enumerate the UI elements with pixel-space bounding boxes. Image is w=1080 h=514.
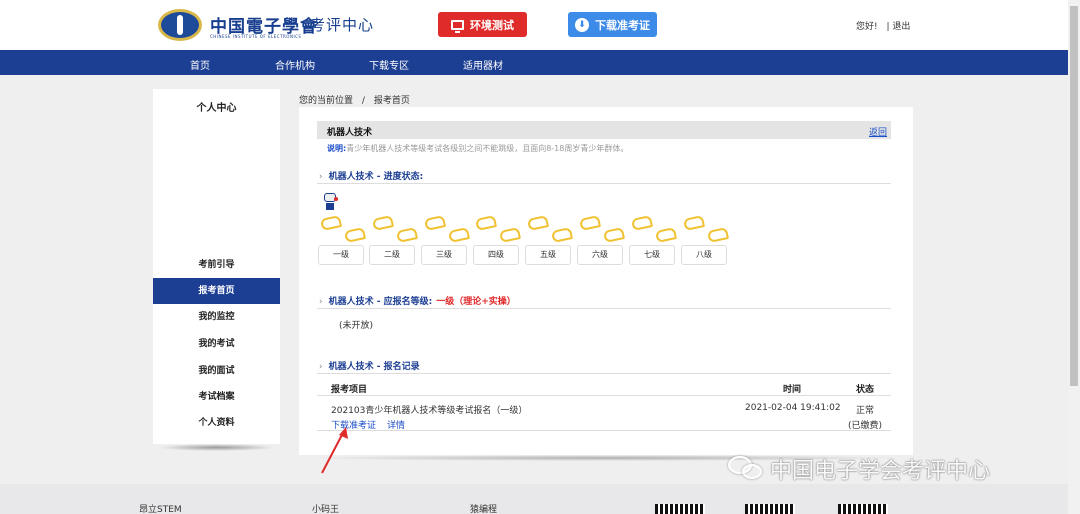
progress-heading-text: 机器人技术 - 进度状态: — [328, 172, 424, 182]
level-4-badge[interactable]: 四级 — [473, 245, 519, 265]
qr-code-icon — [838, 504, 888, 514]
breadcrumb-current[interactable]: 报考首页 — [374, 96, 410, 106]
level-3-badge[interactable]: 三级 — [421, 245, 467, 265]
main-nav: 首页 合作机构 下载专区 适用器材 — [0, 50, 1068, 75]
record-project: 202103青少年机器人技术等级考试报名（一级） — [331, 406, 528, 416]
nav-item-equipment[interactable]: 适用器材 — [463, 57, 503, 72]
level-6-badge[interactable]: 六级 — [577, 245, 623, 265]
footprint-icon — [500, 229, 518, 240]
monitor-icon — [451, 19, 464, 33]
download-icon: ⬇ — [575, 17, 589, 32]
sidebar-item-my-interviews[interactable]: 我的面试 — [153, 358, 280, 384]
table-header-divider — [317, 395, 891, 396]
footprint-icon — [656, 229, 674, 240]
not-open-text: (未开放) — [339, 321, 374, 331]
vertical-scrollbar[interactable] — [1068, 0, 1080, 514]
apply-level-heading: › 机器人技术 - 应报名等级: 一级（理论+实操） — [319, 294, 516, 307]
breadcrumb-separator: / — [361, 96, 365, 106]
footprint-icon — [321, 217, 339, 228]
apply-level-value: 一级（理论+实操） — [436, 297, 516, 307]
logo-subtitle: 考评中心 — [310, 16, 375, 34]
env-test-label: 环境测试 — [470, 18, 514, 32]
logo-english: CHINESE INSTITUTE OF ELECTRONICS — [210, 34, 302, 39]
footprint-icon — [425, 217, 443, 228]
apply-heading-text: 机器人技术 - 应报名等级: — [328, 297, 433, 307]
annotation-arrow-icon — [321, 427, 348, 474]
nav-item-home[interactable]: 首页 — [190, 57, 210, 72]
footprint-icon — [632, 217, 650, 228]
footprint-icon — [708, 229, 726, 240]
chevron-right-icon: › — [319, 172, 323, 182]
note-label: 说明: — [327, 144, 347, 153]
records-heading-text: 机器人技术 - 报名记录 — [328, 362, 420, 372]
footprint-icon — [684, 217, 702, 228]
site-header: 中国電子學會 考评中心 CHINESE INSTITUTE OF ELECTRO… — [0, 0, 1068, 50]
footprint-icon — [552, 229, 570, 240]
logout-link[interactable]: | 退出 — [886, 22, 910, 32]
footer-link-yuanbiancheng[interactable]: 猿编程 — [470, 502, 497, 514]
cie-logo-icon[interactable] — [158, 9, 202, 41]
breadcrumb: 您的当前位置 / 报考首页 — [299, 93, 410, 106]
sidebar-item-my-monitoring[interactable]: 我的监控 — [153, 304, 280, 330]
breadcrumb-prefix: 您的当前位置 — [299, 96, 354, 106]
divider — [317, 373, 891, 374]
robot-avatar-icon — [321, 193, 339, 213]
back-link[interactable]: 返回 — [869, 125, 887, 138]
footprint-icon — [345, 229, 363, 240]
record-time: 2021-02-04 19:41:02 — [745, 403, 841, 413]
level-7-badge[interactable]: 七级 — [629, 245, 675, 265]
footprint-icon — [580, 217, 598, 228]
site-footer: 昂立STEM 小码王 猿编程 — [0, 484, 1068, 514]
chevron-right-icon: › — [319, 362, 323, 372]
sidebar-item-profile[interactable]: 个人资料 — [153, 410, 280, 436]
nav-item-downloads[interactable]: 下载专区 — [369, 57, 409, 72]
scrollbar-thumb[interactable] — [1070, 6, 1078, 386]
main-panel: 机器人技术 返回 说明:青少年机器人技术等级考试各级别之间不能跳级，且面向8-1… — [299, 107, 913, 455]
footprint-icon — [604, 229, 622, 240]
chevron-right-icon: › — [319, 297, 323, 307]
col-header-status: 状态 — [856, 385, 875, 395]
footer-link-xiaomawang[interactable]: 小码王 — [312, 502, 339, 514]
nav-item-partners[interactable]: 合作机构 — [275, 57, 315, 72]
level-8-badge[interactable]: 八级 — [681, 245, 727, 265]
progress-heading: › 机器人技术 - 进度状态: — [319, 169, 423, 182]
record-status: 正常 — [856, 406, 875, 416]
course-header: 机器人技术 返回 — [317, 121, 891, 139]
footer-link-angli-stem[interactable]: 昂立STEM — [139, 502, 182, 514]
footprint-icon — [476, 217, 494, 228]
sidebar: 个人中心 考前引导 报考首页 我的监控 我的考试 我的面试 考试档案 个人资料 — [153, 89, 280, 444]
greeting-text: 您好! — [856, 22, 878, 32]
sidebar-item-registration-home[interactable]: 报考首页 — [153, 278, 280, 304]
sidebar-title: 个人中心 — [196, 103, 237, 114]
sidebar-item-my-exams[interactable]: 我的考试 — [153, 331, 280, 357]
watermark-text: 中国电子学会考评中心 — [770, 459, 991, 484]
col-header-project: 报考项目 — [331, 385, 368, 395]
course-title: 机器人技术 — [327, 128, 373, 138]
download-ticket-button[interactable]: ⬇ 下载准考证 — [568, 12, 657, 37]
level-5-badge[interactable]: 五级 — [525, 245, 571, 265]
level-2-badge[interactable]: 二级 — [369, 245, 415, 265]
sidebar-item-pre-exam-guide[interactable]: 考前引导 — [153, 252, 280, 278]
level-1-badge[interactable]: 一级 — [318, 245, 364, 265]
user-links: 您好! | 退出 — [856, 19, 910, 32]
footprint-icon — [528, 217, 546, 228]
table-row-divider — [317, 430, 891, 431]
wechat-watermark: 中国电子学会考评中心 — [728, 453, 990, 485]
course-note: 说明:青少年机器人技术等级考试各级别之间不能跳级，且面向8-18周岁青少年群体。 — [327, 143, 628, 154]
footprint-icon — [449, 229, 467, 240]
divider — [317, 308, 891, 309]
wechat-icon — [728, 456, 764, 482]
env-test-button[interactable]: 环境测试 — [438, 12, 527, 37]
col-header-time: 时间 — [783, 385, 802, 395]
footprint-icon — [397, 229, 415, 240]
download-ticket-label: 下载准考证 — [595, 18, 650, 32]
footprint-icon — [373, 217, 391, 228]
sidebar-shadow — [158, 444, 276, 451]
note-text: 青少年机器人技术等级考试各级别之间不能跳级，且面向8-18周岁青少年群体。 — [346, 144, 629, 153]
qr-code-icon — [745, 504, 795, 514]
records-heading: › 机器人技术 - 报名记录 — [319, 359, 420, 372]
qr-code-icon — [655, 504, 705, 514]
sidebar-item-exam-records[interactable]: 考试档案 — [153, 384, 280, 410]
divider — [317, 183, 891, 184]
